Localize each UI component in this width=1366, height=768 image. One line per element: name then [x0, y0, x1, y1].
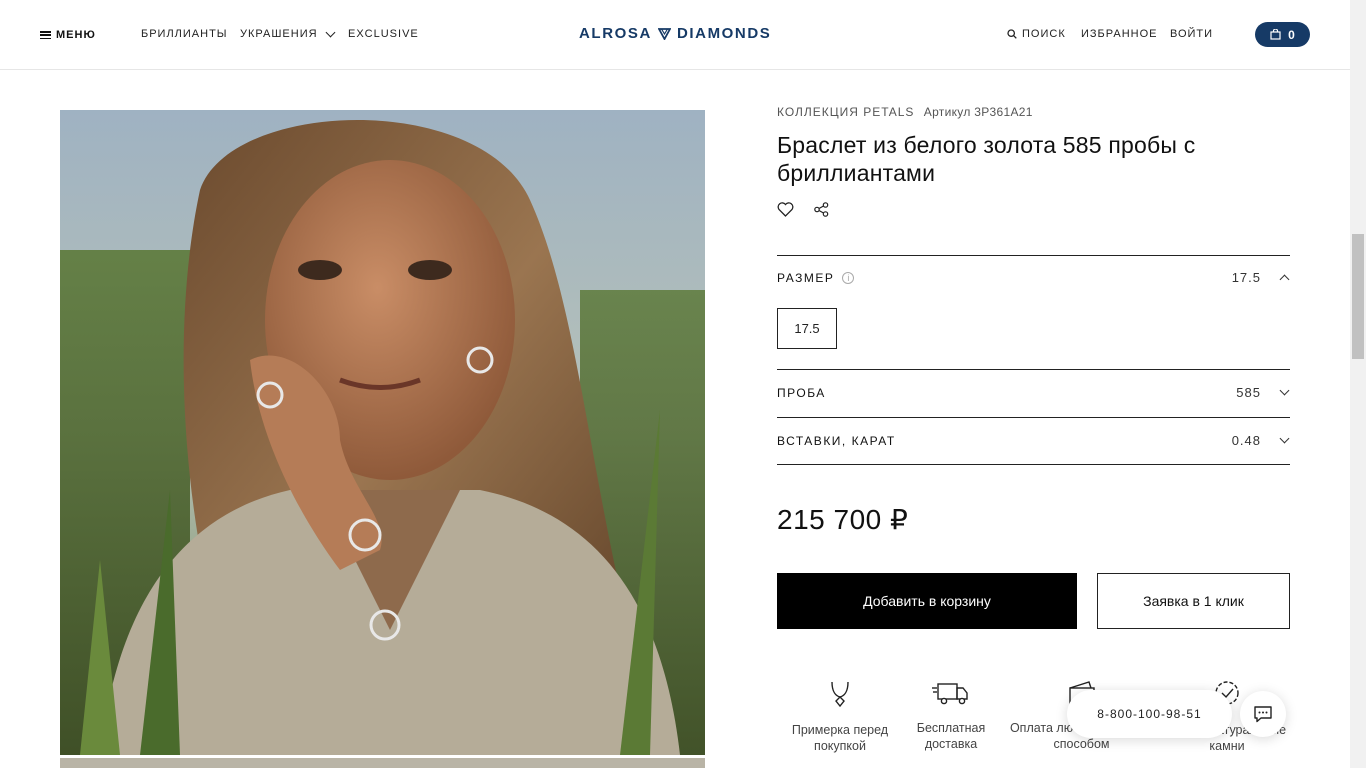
product-photo-next[interactable]: [60, 758, 705, 768]
heart-icon[interactable]: [777, 202, 794, 217]
product-actions: [777, 202, 829, 217]
size-option-header[interactable]: РАЗМЕР i 17.5: [777, 270, 1290, 285]
favorites-link[interactable]: ИЗБРАННОЕ: [1081, 28, 1158, 40]
cart-button[interactable]: 0: [1255, 22, 1310, 47]
chevron-down-icon: [1279, 385, 1290, 396]
feature-fitting: Примерка перед покупкой: [785, 680, 895, 754]
chevron-up-icon: [1279, 274, 1290, 285]
search-button[interactable]: ПОИСК: [1007, 28, 1066, 40]
cart-count: 0: [1288, 27, 1295, 42]
necklace-icon: [831, 681, 849, 708]
share-icon[interactable]: [814, 202, 829, 217]
nav-diamonds[interactable]: БРИЛЛИАНТЫ: [141, 28, 228, 40]
search-label: ПОИСК: [1022, 28, 1066, 40]
product-title: Браслет из белого золота 585 пробы с бри…: [777, 132, 1196, 186]
site-header: МЕНЮ БРИЛЛИАНТЫ УКРАШЕНИЯ EXCLUSIVE ALRO…: [0, 0, 1350, 70]
menu-button[interactable]: МЕНЮ: [40, 29, 96, 41]
product-price: 215 700 ₽: [777, 504, 909, 535]
divider: [777, 369, 1290, 370]
chat-bubble-icon: [1254, 706, 1272, 723]
diamond-logo-icon: [657, 27, 671, 40]
burger-icon: [40, 31, 51, 40]
site-logo[interactable]: ALROSA DIAMONDS: [579, 25, 771, 42]
collection-line: КОЛЛЕКЦИЯ PETALS Артикул 3P361A21: [777, 105, 1033, 119]
feature-delivery: Бесплатная доставка: [909, 680, 993, 752]
chevron-down-icon: [325, 27, 335, 37]
inserts-value: 0.48: [1231, 433, 1261, 448]
probe-option[interactable]: ПРОБА 585: [777, 385, 1290, 400]
shopping-bag-icon: [1270, 29, 1281, 40]
size-value: 17.5: [1231, 270, 1261, 285]
add-to-cart-button[interactable]: Добавить в корзину: [777, 573, 1077, 629]
feature-fitting-text: Примерка перед покупкой: [791, 723, 889, 753]
divider: [777, 255, 1290, 256]
truck-icon: [932, 683, 968, 705]
scrollbar-thumb[interactable]: [1352, 234, 1364, 359]
nav-left: МЕНЮ БРИЛЛИАНТЫ УКРАШЕНИЯ EXCLUSIVE: [40, 0, 418, 70]
nav-exclusive[interactable]: EXCLUSIVE: [348, 28, 419, 40]
chevron-down-icon: [1279, 433, 1290, 444]
chat-button[interactable]: [1240, 691, 1286, 737]
logo-text-right: DIAMONDS: [676, 25, 772, 42]
menu-label: МЕНЮ: [56, 29, 96, 41]
divider: [777, 417, 1290, 418]
nav-jewelry[interactable]: УКРАШЕНИЯ: [240, 27, 335, 40]
model-photo-illustration: [60, 110, 705, 755]
page-scrollbar[interactable]: [1350, 0, 1366, 768]
inserts-label: ВСТАВКИ, КАРАТ: [777, 433, 896, 448]
probe-label: ПРОБА: [777, 385, 826, 400]
article-number: Артикул 3P361A21: [923, 105, 1033, 119]
phone-number-button[interactable]: 8-800-100-98-51: [1067, 690, 1232, 738]
login-link[interactable]: ВОЙТИ: [1170, 28, 1213, 40]
nav-jewelry-label: УКРАШЕНИЯ: [240, 28, 318, 40]
probe-value: 585: [1236, 385, 1261, 400]
search-icon: [1007, 29, 1017, 39]
one-click-order-button[interactable]: Заявка в 1 клик: [1097, 573, 1290, 629]
size-label: РАЗМЕР: [777, 270, 835, 285]
logo-text-left: ALROSA: [579, 25, 652, 42]
inserts-option[interactable]: ВСТАВКИ, КАРАТ 0.48: [777, 433, 1290, 448]
collection-name[interactable]: КОЛЛЕКЦИЯ PETALS: [777, 105, 914, 119]
info-icon[interactable]: i: [842, 271, 855, 284]
size-chip[interactable]: 17.5: [777, 308, 837, 349]
product-photo[interactable]: [60, 110, 705, 755]
feature-delivery-text: Бесплатная доставка: [916, 721, 986, 751]
divider: [777, 464, 1290, 465]
